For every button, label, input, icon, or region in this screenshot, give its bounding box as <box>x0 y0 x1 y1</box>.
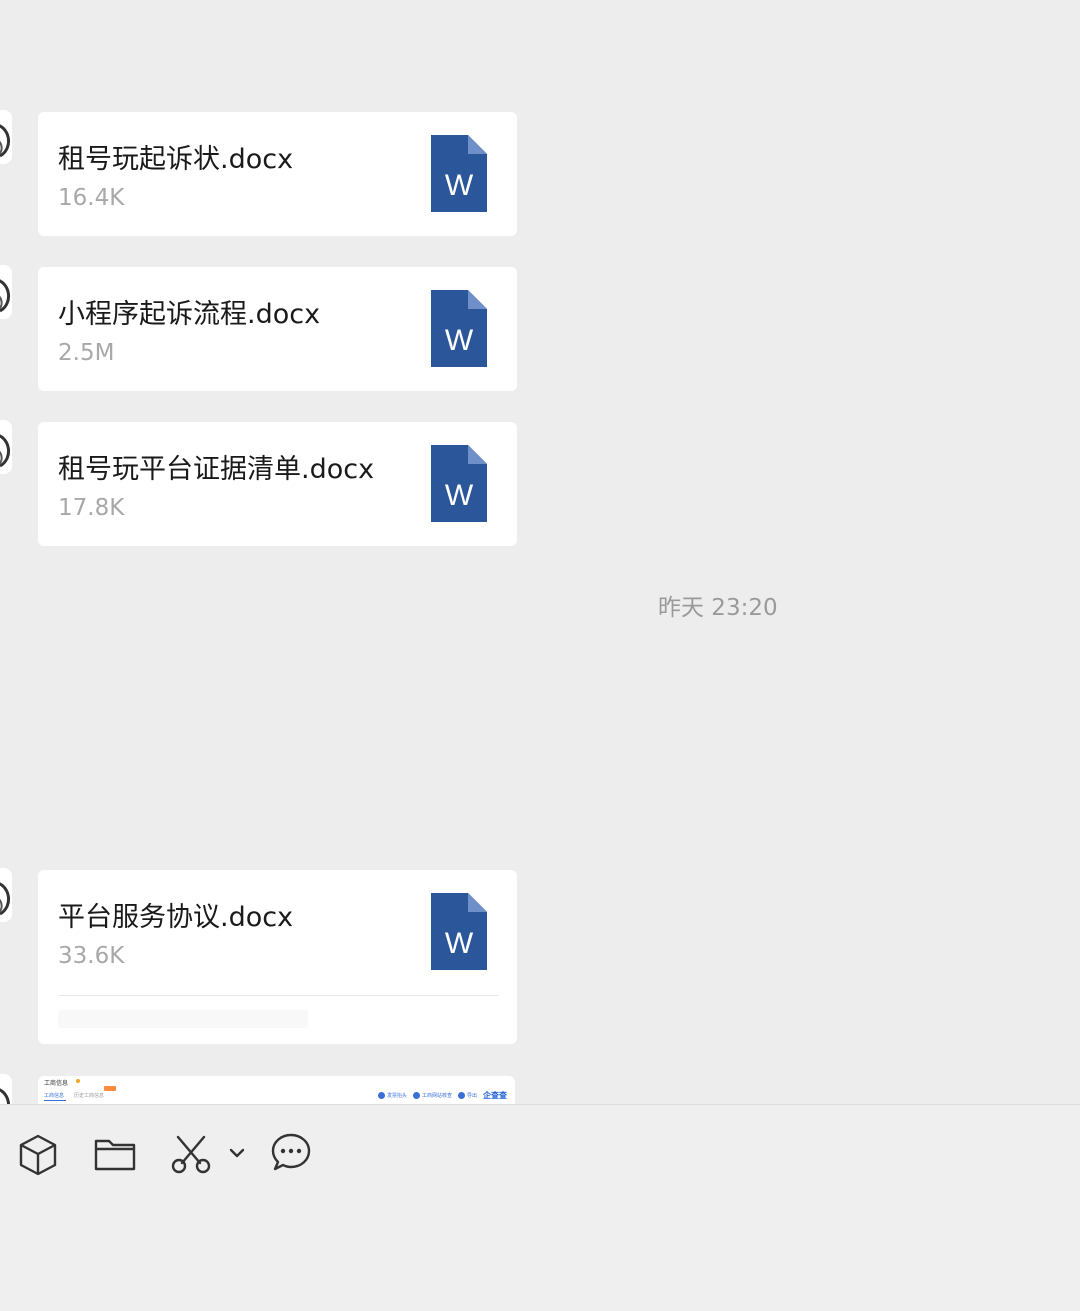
file-size: 2.5M <box>58 340 115 366</box>
file-name: 小程序起诉流程.docx <box>58 299 321 330</box>
message-timestamp: 昨天 23:20 <box>658 595 778 621</box>
word-document-icon: W <box>431 893 487 970</box>
scissors-icon[interactable] <box>170 1133 212 1179</box>
preview-tool: 发票抬头 <box>377 1092 407 1099</box>
box-3d-icon[interactable] <box>18 1133 58 1181</box>
preview-tab: 历史工商信息 <box>74 1093 105 1099</box>
file-size: 33.6K <box>58 943 125 969</box>
file-size: 17.8K <box>58 495 125 521</box>
file-size: 16.4K <box>58 185 125 211</box>
input-toolbar <box>0 1104 1080 1311</box>
sender-avatar[interactable] <box>0 265 12 319</box>
word-document-icon: W <box>431 135 487 212</box>
image-message-preview[interactable]: 工商信息 工商信息 历史工商信息 发票抬头 工商网站核查 导出 企查查 <box>38 1076 515 1104</box>
preview-dot <box>76 1079 80 1083</box>
chevron-down-icon[interactable] <box>228 1145 246 1164</box>
sender-avatar[interactable] <box>0 1074 12 1104</box>
file-message-card[interactable]: 小程序起诉流程.docx 2.5M W <box>38 267 517 391</box>
folder-icon[interactable] <box>94 1137 136 1175</box>
preview-badge <box>104 1086 116 1091</box>
file-message-card[interactable]: 租号玩平台证据清单.docx 17.8K W <box>38 422 517 546</box>
preview-brand: 企查查 <box>483 1091 507 1100</box>
svg-text:W: W <box>445 169 474 202</box>
svg-text:W: W <box>445 479 474 512</box>
chat-bubble-icon[interactable] <box>270 1132 312 1178</box>
sender-avatar[interactable] <box>0 420 12 474</box>
card-divider <box>58 995 498 996</box>
file-name: 租号玩起诉状.docx <box>58 144 294 175</box>
card-footer <box>58 1010 308 1028</box>
svg-text:W: W <box>445 324 474 357</box>
preview-tool: 工商网站核查 <box>412 1092 452 1099</box>
preview-tool: 导出 <box>457 1092 477 1099</box>
preview-tab-underline <box>44 1100 66 1101</box>
word-document-icon: W <box>431 445 487 522</box>
preview-title: 工商信息 <box>44 1080 69 1087</box>
preview-tab-active: 工商信息 <box>44 1093 65 1099</box>
file-message-card[interactable]: 平台服务协议.docx 33.6K W <box>38 870 517 1044</box>
file-message-card[interactable]: 租号玩起诉状.docx 16.4K W <box>38 112 517 236</box>
sender-avatar[interactable] <box>0 110 12 164</box>
file-name: 平台服务协议.docx <box>58 902 294 933</box>
file-name: 租号玩平台证据清单.docx <box>58 454 375 485</box>
word-document-icon: W <box>431 290 487 367</box>
sender-avatar[interactable] <box>0 868 12 922</box>
svg-text:W: W <box>445 927 474 960</box>
preview-tools: 发票抬头 工商网站核查 导出 企查查 <box>377 1090 507 1101</box>
chat-message-area[interactable]: 租号玩起诉状.docx 16.4K W 小程序起诉流程.docx 2.5M W <box>0 0 1080 1104</box>
